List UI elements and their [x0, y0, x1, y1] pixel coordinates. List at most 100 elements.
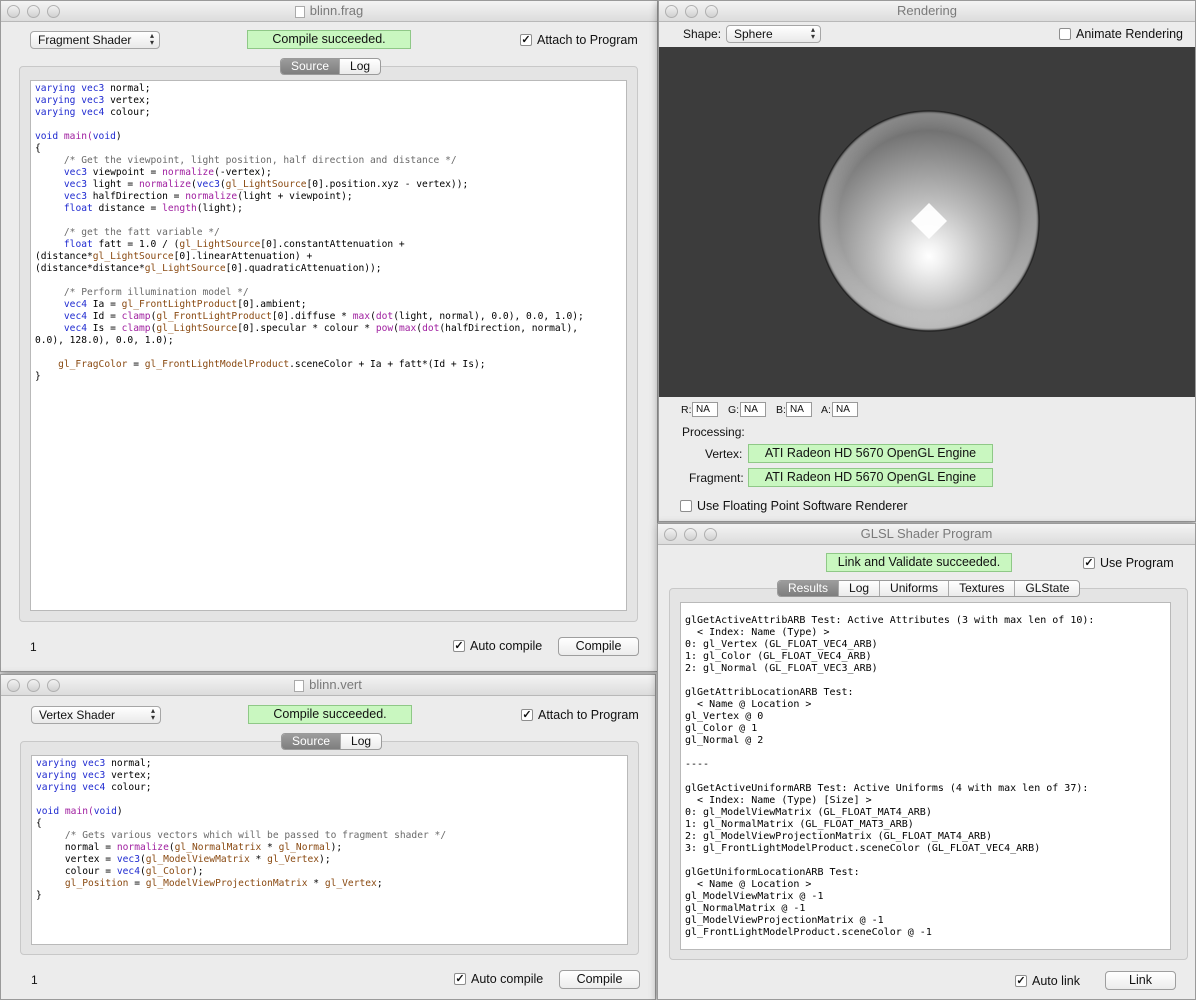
- link-button[interactable]: Link: [1105, 971, 1176, 990]
- minimize-window-button[interactable]: [27, 5, 40, 18]
- source-code-editor[interactable]: varying vec3 normal; varying vec3 vertex;…: [30, 80, 627, 611]
- animate-rendering-checkbox[interactable]: Animate Rendering: [1059, 27, 1183, 41]
- tab-uniforms[interactable]: Uniforms: [880, 581, 950, 596]
- tab-log[interactable]: Log: [341, 734, 381, 749]
- checkbox-label: Attach to Program: [538, 708, 639, 722]
- tab-log[interactable]: Log: [340, 59, 380, 74]
- code-token: (-vertex);: [214, 167, 272, 178]
- code-line: (distance*distance*gl_LightSource[0].qua…: [35, 263, 622, 275]
- minimize-window-button[interactable]: [27, 679, 40, 692]
- code-token: gl_FrontLightProduct: [121, 299, 238, 310]
- code-token: vec4: [63, 299, 93, 310]
- zoom-window-button[interactable]: [705, 5, 718, 18]
- code-token: );: [319, 854, 331, 865]
- r-label: R:: [681, 404, 692, 416]
- vertex-label: Vertex:: [705, 447, 743, 461]
- use-program-checkbox[interactable]: Use Program: [1083, 556, 1174, 570]
- tab-source[interactable]: Source: [282, 734, 342, 749]
- minimize-window-button[interactable]: [684, 528, 697, 541]
- close-window-button[interactable]: [7, 679, 20, 692]
- code-line: /* get the fatt variable */: [35, 227, 622, 239]
- close-window-button[interactable]: [664, 528, 677, 541]
- render-viewport[interactable]: [659, 47, 1195, 397]
- attach-to-program-checkbox[interactable]: Attach to Program: [521, 708, 639, 722]
- tab-source[interactable]: Source: [281, 59, 341, 74]
- code-token: *: [249, 854, 268, 865]
- minimize-window-button[interactable]: [685, 5, 698, 18]
- code-token: vertex =: [36, 854, 117, 865]
- shader-type-select[interactable]: Vertex Shader ▴ ▾: [31, 706, 161, 724]
- source-code-editor[interactable]: varying vec3 normal; varying vec3 vertex;…: [31, 755, 628, 945]
- floating-point-renderer-checkbox[interactable]: Use Floating Point Software Renderer: [680, 499, 908, 513]
- code-token: void: [93, 806, 117, 817]
- code-token: normal =: [36, 842, 117, 853]
- close-window-button[interactable]: [665, 5, 678, 18]
- code-line: }: [36, 890, 623, 902]
- code-token: gl_FrontLightModelProduct: [144, 359, 290, 370]
- tab-glstate[interactable]: GLState: [1015, 581, 1079, 596]
- code-line: {: [35, 143, 622, 155]
- zoom-window-button[interactable]: [47, 5, 60, 18]
- b-value: NA: [786, 402, 812, 417]
- shape-select[interactable]: Sphere ▴ ▾: [726, 25, 821, 43]
- code-token: dot: [375, 311, 394, 322]
- results-line: 0: gl_ModelViewMatrix (GL_FLOAT_MAT4_ARB…: [685, 807, 932, 818]
- chevron-updown-icon: ▴ ▾: [149, 31, 154, 47]
- code-token: (light + viewpoint);: [237, 191, 353, 202]
- results-text-area[interactable]: glGetActiveAttribARB Test: Active Attrib…: [680, 602, 1171, 950]
- auto-compile-checkbox[interactable]: Auto compile: [453, 639, 542, 653]
- code-token: gl_LightSource: [156, 323, 238, 334]
- auto-link-checkbox[interactable]: Auto link: [1015, 974, 1080, 988]
- code-token: gl_NormalMatrix: [174, 842, 262, 853]
- code-line: gl_FragColor = gl_FrontLightModelProduct…: [35, 359, 622, 371]
- window-titlebar[interactable]: Rendering: [659, 1, 1195, 22]
- results-line: < Index: Name (Type) >: [685, 627, 830, 638]
- code-token: normalize: [116, 842, 169, 853]
- chevron-updown-icon: ▴ ▾: [810, 25, 815, 41]
- close-window-button[interactable]: [7, 5, 20, 18]
- window-titlebar[interactable]: blinn.frag: [1, 1, 657, 22]
- checkbox-icon: [1083, 557, 1095, 569]
- window-titlebar[interactable]: GLSL Shader Program: [658, 524, 1195, 545]
- window-titlebar[interactable]: blinn.vert: [1, 675, 655, 696]
- code-token: varying: [36, 770, 83, 781]
- results-line: gl_NormalMatrix @ -1: [685, 903, 806, 914]
- code-token: /* get the fatt variable */: [35, 227, 220, 238]
- code-token: varying: [36, 758, 83, 769]
- checkbox-label: Use Floating Point Software Renderer: [697, 499, 908, 513]
- tab-log[interactable]: Log: [839, 581, 881, 596]
- window-controls: [7, 4, 67, 24]
- code-token: clamp: [121, 311, 151, 322]
- a-label: A:: [821, 404, 831, 416]
- code-line: vec3 viewpoint = normalize(-vertex);: [35, 167, 622, 179]
- compile-button[interactable]: Compile: [559, 970, 640, 989]
- compile-status: Compile succeeded.: [247, 30, 411, 49]
- tab-textures[interactable]: Textures: [949, 581, 1016, 596]
- zoom-window-button[interactable]: [47, 679, 60, 692]
- shader-type-select[interactable]: Fragment Shader ▴ ▾: [30, 31, 160, 49]
- code-line: float fatt = 1.0 / (gl_LightSource[0].co…: [35, 239, 622, 251]
- code-token: gl_ModelViewProjectionMatrix: [145, 878, 308, 889]
- code-token: gl_Position: [64, 878, 129, 889]
- results-line: 2: gl_ModelViewProjectionMatrix (GL_FLOA…: [685, 831, 993, 842]
- code-token: gl_ModelViewMatrix: [145, 854, 250, 865]
- auto-compile-checkbox[interactable]: Auto compile: [454, 972, 543, 986]
- attach-to-program-checkbox[interactable]: Attach to Program: [520, 33, 638, 47]
- g-value: NA: [740, 402, 766, 417]
- program-tabs: Results Log Uniforms Textures GLState: [777, 580, 1081, 597]
- tab-results[interactable]: Results: [778, 581, 840, 596]
- compile-button[interactable]: Compile: [558, 637, 639, 656]
- checkbox-icon: [453, 640, 465, 652]
- zoom-window-button[interactable]: [704, 528, 717, 541]
- vertex-shader-window: blinn.vert Vertex Shader ▴ ▾ Compile succ…: [0, 674, 656, 1000]
- checkbox-icon: [454, 973, 466, 985]
- fragment-renderer: ATI Radeon HD 5670 OpenGL Engine: [748, 468, 993, 487]
- code-token: light =: [92, 179, 139, 190]
